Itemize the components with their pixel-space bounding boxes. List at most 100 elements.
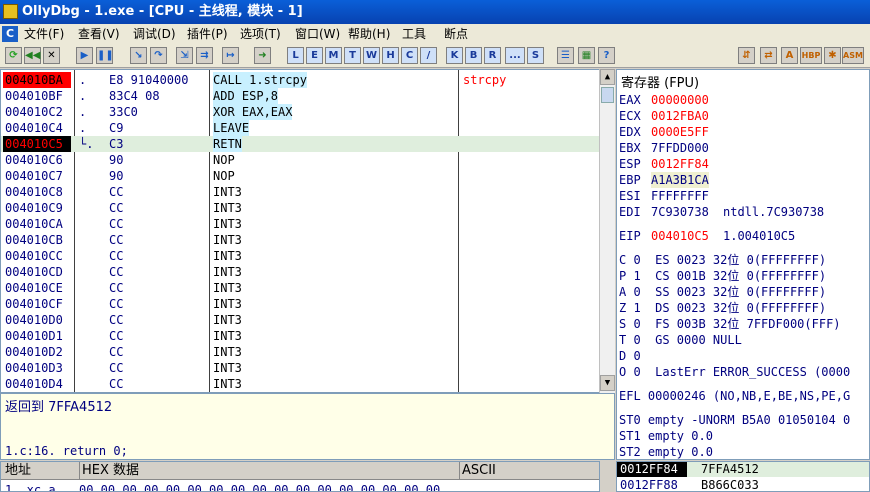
disasm-row[interactable]: 004010C6 90 NOP	[1, 152, 599, 168]
menu-debug[interactable]: 调试(D)	[133, 24, 176, 44]
fpu-row[interactable]: ST2 empty 0.0	[619, 444, 713, 459]
scroll-up-icon[interactable]: ▲	[600, 69, 615, 85]
disasm-row[interactable]: 004010CA CC INT3	[1, 216, 599, 232]
menu-tools[interactable]: 工具	[402, 24, 426, 44]
patches-window-button[interactable]: /	[420, 47, 437, 64]
references-window-button[interactable]: R	[484, 47, 501, 64]
register-value[interactable]: FFFFFFFF	[651, 188, 709, 204]
disasm-row[interactable]: 004010CB CC INT3	[1, 232, 599, 248]
menu-window[interactable]: 窗口(W)	[295, 24, 340, 44]
help-icon[interactable]: ?	[598, 47, 615, 64]
grid-icon[interactable]: ▦	[578, 47, 595, 64]
dump-row-hex[interactable]: 00 00 00 00 00 00 00 00 00 00 00 00 00 0…	[79, 483, 440, 491]
disasm-row[interactable]: 004010D3 CC INT3	[1, 360, 599, 376]
disasm-row[interactable]: 004010CF CC INT3	[1, 296, 599, 312]
log-window-button[interactable]: L	[287, 47, 304, 64]
disassembly-pane[interactable]: 004010BA. E8 91040000 CALL 1.strcpy strcpy 0…	[0, 69, 600, 393]
disasm-row[interactable]: 004010C8 CC INT3	[1, 184, 599, 200]
disasm-row[interactable]: 004010C2. 33C0 XOR EAX,EAX	[1, 104, 599, 120]
disasm-hex: 90	[109, 153, 124, 167]
disasm-row[interactable]: 004010C4. C9 LEAVE	[1, 120, 599, 136]
disasm-row[interactable]: 004010D2 CC INT3	[1, 344, 599, 360]
register-value[interactable]: 00000000	[651, 92, 709, 108]
execute-till-return-icon[interactable]: ↦	[222, 47, 239, 64]
breakpoints-window-button[interactable]: B	[465, 47, 482, 64]
register-value[interactable]: 004010C5	[651, 228, 709, 244]
swap-icon[interactable]: ⇄	[760, 47, 777, 64]
menu-view[interactable]: 查看(V)	[78, 24, 120, 44]
flag-row[interactable]: D 0	[619, 348, 641, 364]
stack-row[interactable]: 0012FF88 B866C033	[617, 478, 869, 491]
menu-help[interactable]: 帮助(H)	[348, 24, 390, 44]
step-into-icon[interactable]: ↘	[130, 47, 147, 64]
settings-icon[interactable]: ✱	[824, 47, 841, 64]
disasm-row[interactable]: 004010BF. 83C4 08 ADD ESP,8	[1, 88, 599, 104]
flag-row[interactable]: O 0 LastErr ERROR_SUCCESS (0000	[619, 364, 850, 380]
scroll-down-icon[interactable]: ▼	[600, 375, 615, 391]
memory-window-button[interactable]: M	[325, 47, 342, 64]
trace-over-icon[interactable]: ⇉	[196, 47, 213, 64]
stack-pane[interactable]: 0012FF84 7FFA4512 0012FF88 B866C033	[616, 461, 870, 492]
disasm-row[interactable]: 004010CE CC INT3	[1, 280, 599, 296]
open-icon[interactable]: ⟳	[5, 47, 22, 64]
dump-row-address[interactable]: 1._xc_a	[5, 483, 56, 491]
call-stack-button[interactable]: K	[446, 47, 463, 64]
flag-row[interactable]: P 1 CS 001B 32位 0(FFFFFFFF)	[619, 268, 826, 284]
cpu-window-icon[interactable]: C	[2, 26, 18, 42]
disasm-row[interactable]: 004010D4 CC INT3	[1, 376, 599, 392]
cpu-window-button[interactable]: C	[401, 47, 418, 64]
register-value[interactable]: A1A3B1CA	[651, 172, 709, 188]
flag-row[interactable]: Z 1 DS 0023 32位 0(FFFFFFFF)	[619, 300, 826, 316]
menu-plugins[interactable]: 插件(P)	[187, 24, 228, 44]
step-over-icon[interactable]: ↷	[150, 47, 167, 64]
register-value[interactable]: 0012FBA0	[651, 108, 709, 124]
source-window-button[interactable]: S	[527, 47, 544, 64]
dump-header-ascii[interactable]: ASCII	[459, 462, 496, 480]
assemble-button[interactable]: ASM	[842, 47, 864, 64]
dump-pane[interactable]: 地址 HEX 数据 ASCII 1._xc_a 00 00 00 00 00 0…	[0, 461, 600, 492]
flag-row[interactable]: S 0 FS 003B 32位 7FFDF000(FFF)	[619, 316, 841, 332]
flag-row[interactable]: C 0 ES 0023 32位 0(FFFFFFFF)	[619, 252, 826, 268]
disasm-row[interactable]: 004010C9 CC INT3	[1, 200, 599, 216]
run-icon[interactable]: ▶	[76, 47, 93, 64]
menu-options[interactable]: 选项(T)	[240, 24, 281, 44]
scroll-thumb[interactable]	[601, 87, 614, 103]
flag-row[interactable]: T 0 GS 0000 NULL	[619, 332, 742, 348]
disasm-row[interactable]: 004010C5 └. C3 RETN	[1, 136, 599, 152]
dump-header-hex[interactable]: HEX 数据	[79, 462, 139, 480]
trace-into-icon[interactable]: ⇲	[176, 47, 193, 64]
pause-icon[interactable]: ❚❚	[96, 47, 114, 64]
register-value[interactable]: 7C930738	[651, 204, 709, 220]
close-icon[interactable]: ✕	[43, 47, 60, 64]
registers-pane[interactable]: 寄存器 (FPU) EAX 00000000 ECX 0012FBA0 EDX 0000E…	[616, 69, 870, 460]
disasm-row[interactable]: 004010C7 90 NOP	[1, 168, 599, 184]
stack-row-selected[interactable]: 0012FF84 7FFA4512	[617, 462, 869, 477]
flag-row[interactable]: A 0 SS 0023 32位 0(FFFFFFFF)	[619, 284, 826, 300]
windows-window-button[interactable]: W	[363, 47, 380, 64]
list-icon[interactable]: ☰	[557, 47, 574, 64]
disassembly-scrollbar[interactable]: ▲ ▼	[599, 69, 615, 393]
menu-file[interactable]: 文件(F)	[24, 24, 64, 44]
menu-breakpoints[interactable]: 断点	[444, 24, 468, 44]
disasm-row[interactable]: 004010D0 CC INT3	[1, 312, 599, 328]
fpu-row[interactable]: ST1 empty 0.0	[619, 428, 713, 444]
dump-header-address[interactable]: 地址	[5, 462, 31, 480]
eflags-row[interactable]: EFL 00000246 (NO,NB,E,BE,NS,PE,G	[619, 388, 850, 404]
modules-window-button[interactable]: E	[306, 47, 323, 64]
register-value[interactable]: 0012FF84	[651, 156, 709, 172]
highlight-icon[interactable]: ⇵	[738, 47, 755, 64]
restart-icon[interactable]: ◀◀	[24, 47, 41, 64]
register-value[interactable]: 7FFDD000	[651, 140, 709, 156]
run-trace-button[interactable]: ...	[505, 47, 525, 64]
goto-icon[interactable]: ➜	[254, 47, 271, 64]
handles-window-button[interactable]: H	[382, 47, 399, 64]
hardware-breakpoint-button[interactable]: HBP	[800, 47, 822, 64]
disasm-row[interactable]: 004010BA. E8 91040000 CALL 1.strcpy strcpy	[1, 72, 599, 88]
threads-window-button[interactable]: T	[344, 47, 361, 64]
fpu-row[interactable]: ST0 empty -UNORM B5A0 01050104 0	[619, 412, 850, 428]
ab-icon[interactable]: A	[781, 47, 798, 64]
disasm-row[interactable]: 004010CD CC INT3	[1, 264, 599, 280]
disasm-row[interactable]: 004010CC CC INT3	[1, 248, 599, 264]
register-value[interactable]: 0000E5FF	[651, 124, 709, 140]
disasm-row[interactable]: 004010D1 CC INT3	[1, 328, 599, 344]
